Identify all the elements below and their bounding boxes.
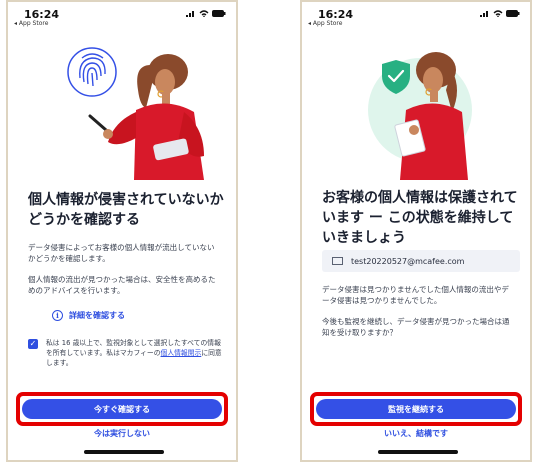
- screen-protected: 16:24 ◂ App Store お客様の個人情報は保護されています ー この…: [300, 0, 532, 462]
- highlight-box: 監視を継続する: [310, 392, 522, 426]
- battery-icon: [506, 10, 520, 17]
- system-icons: [480, 10, 520, 17]
- continue-monitoring-question: 今後も監視を継続し、データ侵害が見つかった場合は通知を受け取りますか？: [322, 317, 510, 337]
- home-indicator: [378, 450, 458, 454]
- consent-checkbox[interactable]: ✓: [28, 339, 38, 349]
- signal-icon: [480, 11, 488, 17]
- email-value: test20220527@mcafee.com: [351, 256, 465, 266]
- not-now-link[interactable]: 今は実行しない: [8, 428, 236, 439]
- back-to-app-store[interactable]: ◂ App Store: [14, 20, 48, 27]
- back-to-app-store[interactable]: ◂ App Store: [308, 20, 342, 27]
- no-thanks-link[interactable]: いいえ、結構です: [302, 428, 530, 439]
- status-bar: 16:24 ◂ App Store: [8, 6, 236, 30]
- no-breach-text: データ侵害は見つかりませんでした個人情報の流出やデータ侵害は見つかりませんでした…: [322, 285, 509, 305]
- info-icon: i: [52, 310, 63, 321]
- fingerprint-icon: [67, 47, 117, 97]
- page-title: お客様の個人情報は保護されています ー この状態を維持していきましょう: [322, 190, 518, 246]
- home-indicator: [84, 450, 164, 454]
- protected-illustration: [368, 52, 472, 180]
- page-title: 個人情報が侵害されていないかどうかを確認する: [28, 192, 224, 228]
- monitored-email: test20220527@mcafee.com: [322, 250, 520, 272]
- privacy-disclosure-link[interactable]: 個人情報開示: [161, 349, 202, 357]
- mail-icon: [332, 257, 343, 265]
- highlight-box: 今すぐ確認する: [16, 392, 228, 426]
- wifi-icon: [493, 10, 503, 17]
- consent-text: 私は 16 歳以上で、監視対象として選択したすべての情報を所有しています。私はマ…: [46, 338, 226, 368]
- signal-icon: [186, 11, 194, 17]
- wifi-icon: [199, 10, 209, 17]
- status-bar: 16:24 ◂ App Store: [302, 6, 530, 30]
- consent-row: ✓ 私は 16 歳以上で、監視対象として選択したすべての情報を所有しています。私…: [28, 338, 226, 368]
- fingerprint-illustration: [67, 47, 204, 180]
- details-link-label: 詳細を確認する: [69, 311, 125, 320]
- system-icons: [186, 10, 226, 17]
- advice-text: 個人情報の流出が見つかった場合は、安全性を高めるためのアドバイスを行います。: [28, 275, 216, 295]
- continue-monitoring-button[interactable]: 監視を継続する: [316, 399, 516, 419]
- details-link[interactable]: i 詳細を確認する: [52, 310, 125, 321]
- screen-check-breach: 16:24 ◂ App Store 個人情報が侵害されていないかどうかを確認する…: [6, 0, 238, 462]
- description-text: データ侵害によってお客様の個人情報が流出していないかどうかを確認します。: [28, 243, 215, 263]
- check-now-button[interactable]: 今すぐ確認する: [22, 399, 222, 419]
- battery-icon: [212, 10, 226, 17]
